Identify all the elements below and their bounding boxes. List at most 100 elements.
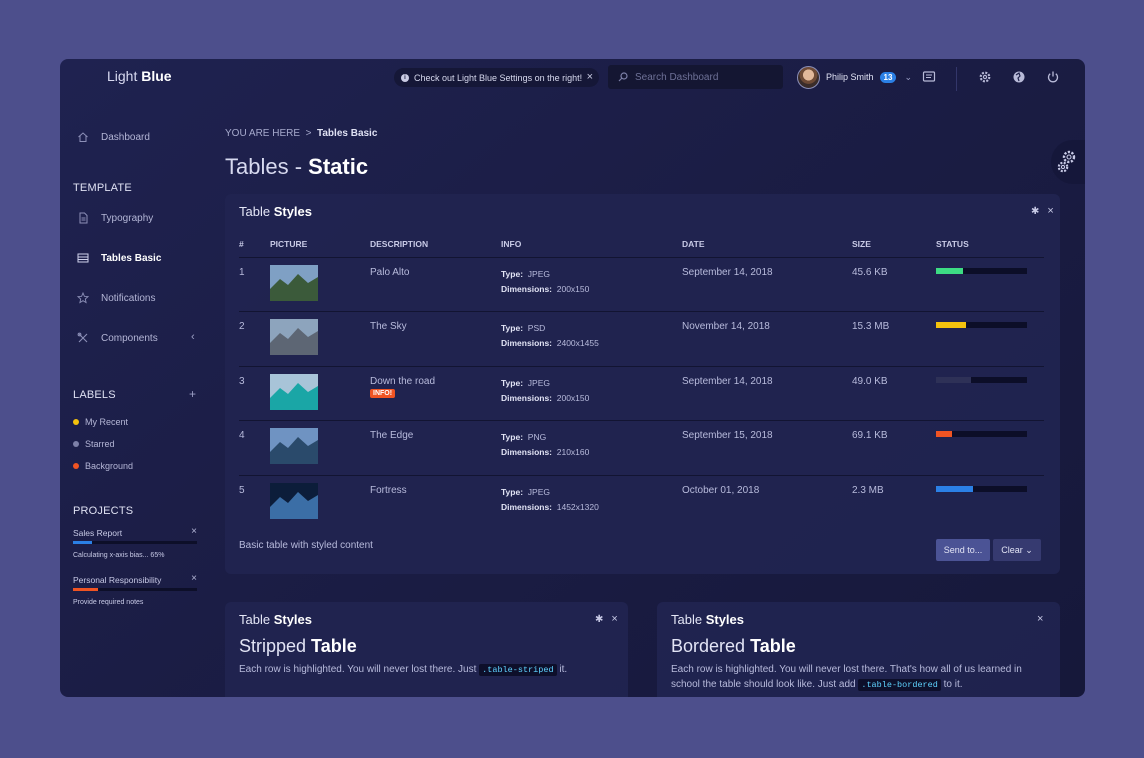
table-styles-panel: Table Styles ✱ × # PICTURE DESCRIPTION I…	[225, 194, 1060, 574]
thumbnail-image	[270, 428, 318, 465]
sidebar-item-tables-basic[interactable]: Tables Basic	[77, 250, 161, 266]
progress-fill	[73, 541, 92, 544]
label-background[interactable]: Background	[73, 461, 133, 471]
settings-tab[interactable]	[1051, 140, 1085, 184]
description-cell: Palo Alto	[370, 257, 501, 313]
close-icon[interactable]: ×	[611, 613, 617, 625]
document-icon	[79, 212, 88, 224]
description-cell: Down the road INFO!	[370, 366, 501, 422]
close-icon[interactable]: ×	[1037, 613, 1043, 625]
user-name: Philip Smith	[826, 72, 874, 82]
page-title: Tables - Static	[225, 154, 369, 179]
project-personal-responsibility: Personal Responsibility × Provide requir…	[73, 573, 197, 606]
remove-project-icon[interactable]: ×	[191, 573, 197, 584]
close-notice-icon[interactable]: ×	[587, 71, 593, 83]
panel-title: Table Styles	[671, 612, 745, 627]
sidebar-item-typography[interactable]: Typography	[77, 210, 153, 226]
status-progress	[936, 485, 1027, 492]
search-icon	[618, 72, 628, 82]
panel-controls: ×	[1029, 613, 1043, 625]
thumbnail-image	[270, 373, 318, 410]
settings-notice: i Check out Light Blue Settings on the r…	[394, 68, 599, 87]
projects-section-title: PROJECTS	[73, 505, 134, 517]
brand-logo[interactable]: Light Blue	[107, 68, 172, 84]
status-fill	[936, 376, 971, 383]
date-cell: November 14, 2018	[682, 311, 852, 367]
column-header: PICTURE	[270, 232, 370, 258]
send-to-button[interactable]: Send to...	[936, 539, 990, 561]
table-row: 4 The Edge Type: PNG Dimensions: 210x160 Sep…	[239, 420, 1044, 476]
size-cell: 45.6 KB	[852, 257, 936, 313]
description-cell: The Edge	[370, 420, 501, 476]
date-cell: October 01, 2018	[682, 484, 760, 496]
description-cell: Fortress	[370, 484, 407, 496]
sidebar-item-dashboard[interactable]: Dashboard	[77, 129, 150, 145]
gear-icon[interactable]: ✱	[595, 614, 603, 625]
info-cell: Type: JPEG Dimensions: 200x150	[501, 366, 682, 422]
picture-cell	[270, 257, 370, 313]
project-progress	[73, 588, 197, 591]
breadcrumb-current[interactable]: Tables Basic	[317, 128, 377, 139]
tools-icon	[77, 332, 88, 343]
remove-project-icon[interactable]: ×	[191, 526, 197, 537]
search-box	[608, 65, 783, 89]
column-header: #	[239, 232, 270, 258]
column-header: DESCRIPTION	[370, 232, 501, 258]
labels-section-title: LABELS	[73, 389, 116, 401]
label-my-recent[interactable]: My Recent	[73, 417, 128, 427]
row-number: 3	[239, 366, 270, 422]
size-cell: 69.1 KB	[852, 420, 936, 476]
status-cell	[936, 475, 1044, 530]
panel-title: Table Styles	[239, 612, 313, 627]
size-cell: 49.0 KB	[852, 366, 936, 422]
close-icon[interactable]: ×	[1047, 205, 1053, 217]
clear-dropdown-button[interactable]: Clear ⌄	[993, 539, 1041, 561]
project-sales-report: Sales Report × Calculating x-axis bias..…	[73, 526, 197, 559]
picture-cell	[270, 311, 370, 367]
date-cell: September 14, 2018	[682, 366, 852, 422]
status-progress	[936, 322, 1027, 329]
label-dot	[73, 441, 79, 447]
gear-icon[interactable]	[978, 70, 992, 84]
date-cell: September 15, 2018	[682, 420, 852, 476]
status-cell	[936, 257, 1044, 313]
chevron-left-icon[interactable]: ‹	[191, 331, 195, 343]
add-label-icon[interactable]: +	[189, 387, 196, 401]
panel-controls: ✱ ×	[1023, 205, 1054, 217]
status-fill	[936, 431, 953, 438]
table-row: 3 Down the road INFO! Type: JPEG Dimensions:…	[239, 366, 1044, 422]
breadcrumb: YOU ARE HERE > Tables Basic	[225, 128, 378, 139]
user-menu[interactable]: Philip Smith 13 ⌄	[797, 65, 912, 89]
header-divider	[956, 67, 957, 91]
sidebar-item-notifications[interactable]: Notifications	[77, 290, 155, 306]
panel-description: Each row is highlighted. You will never …	[239, 664, 568, 676]
label-dot	[73, 419, 79, 425]
globe-icon[interactable]	[1012, 70, 1026, 84]
chevron-down-icon[interactable]: ⌄	[904, 72, 912, 83]
messages-icon[interactable]	[922, 70, 936, 84]
picture-cell	[270, 366, 370, 422]
home-icon	[78, 132, 88, 142]
info-badge: INFO!	[370, 388, 396, 398]
panel-heading: Stripped Table	[239, 636, 357, 656]
status-cell	[936, 366, 1044, 422]
app-window: Light Blue i Check out Light Blue Settin…	[60, 59, 1085, 697]
status-fill	[936, 322, 967, 329]
search-input[interactable]	[635, 71, 775, 83]
row-number: 2	[239, 311, 270, 367]
date-cell: September 14, 2018	[682, 257, 852, 313]
gear-icon[interactable]: ✱	[1031, 206, 1039, 217]
size-cell: 15.3 MB	[852, 311, 936, 367]
table-row: 2 The Sky Type: PSD Dimensions: 2400x1455 No…	[239, 311, 1044, 367]
sidebar-item-components[interactable]: Components	[77, 330, 158, 346]
description-cell: The Sky	[370, 311, 501, 367]
power-icon[interactable]	[1046, 70, 1060, 84]
info-cell: Type: PSD Dimensions: 2400x1455	[501, 311, 682, 367]
column-header: STATUS	[936, 232, 1044, 258]
column-header: INFO	[501, 232, 682, 258]
picture-cell	[270, 420, 370, 476]
label-starred[interactable]: Starred	[73, 439, 115, 449]
table-icon	[77, 253, 89, 263]
star-icon	[77, 292, 89, 304]
status-cell	[936, 420, 1044, 476]
